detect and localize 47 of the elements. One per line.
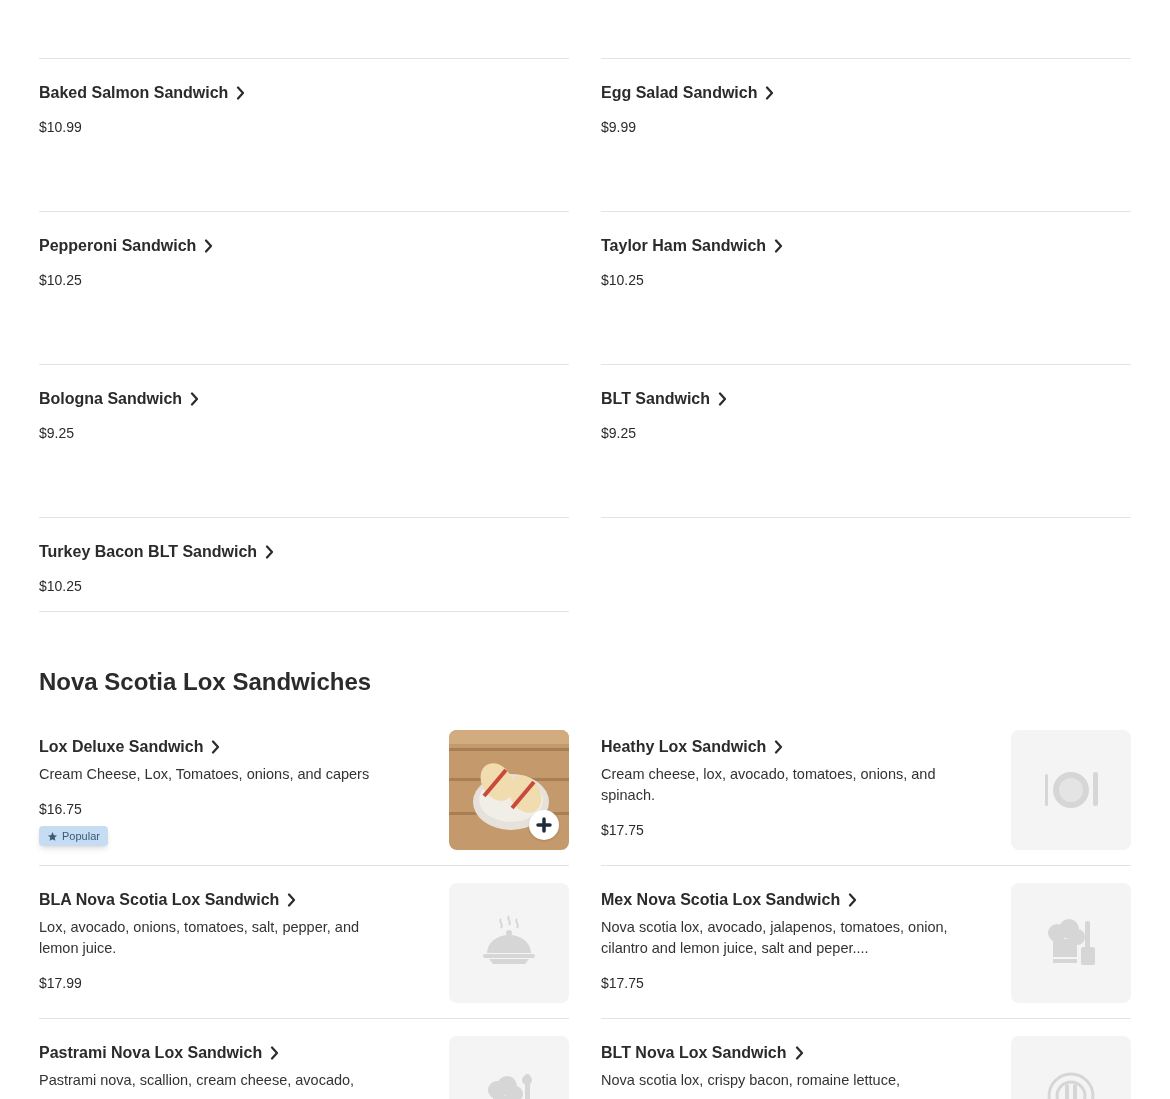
chevron-icon: [190, 392, 200, 406]
item-price: $10.25: [601, 271, 645, 290]
chevron-icon: [270, 1046, 280, 1060]
plus-icon: [536, 817, 552, 833]
item-name-link[interactable]: BLT Nova Lox Sandwich: [601, 1041, 804, 1065]
item-name-link[interactable]: Heathy Lox Sandwich: [601, 735, 784, 759]
item-price: $17.75: [601, 974, 644, 993]
item-name-link[interactable]: BLA Nova Scotia Lox Sandwich: [39, 888, 297, 912]
item-name-link[interactable]: Egg Salad Sandwich: [601, 81, 1131, 105]
chevron-icon: [774, 740, 784, 754]
item-description: Cream cheese, lox, avocado, tomatoes, onions, and spinach.: [601, 765, 937, 805]
chevron-icon: [211, 740, 221, 754]
section-heading: Nova Scotia Lox Sandwiches: [39, 667, 373, 697]
item-name-link[interactable]: Pepperoni Sandwich: [39, 234, 569, 258]
chevron-icon: [236, 86, 246, 100]
item-name-link[interactable]: Baked Salmon Sandwich: [39, 81, 569, 105]
item-description: Nova scotia lox, avocado, jalapenos, tomatoes, onion, cilantro and lemon juice, salt and peper....: [601, 918, 949, 958]
item-price: $9.25: [39, 424, 76, 443]
item-name-link[interactable]: BLT Sandwich: [601, 387, 1131, 411]
item-name-link[interactable]: Mex Nova Scotia Lox Sandwich: [601, 888, 858, 912]
item-price: $17.99: [39, 974, 82, 993]
chevron-icon: [718, 392, 728, 406]
item-price: $10.25: [39, 271, 83, 290]
chevron-icon: [765, 86, 775, 100]
item-description: Pastrami nova, scallion, cream cheese, avocado,: [39, 1071, 355, 1090]
chevron-icon: [848, 893, 858, 907]
star-icon: [47, 830, 58, 842]
chevron-icon: [774, 239, 784, 253]
item-price: $17.75: [601, 821, 644, 840]
badge-label: Popular: [62, 828, 100, 844]
chevron-icon: [794, 1046, 804, 1060]
item-name-link[interactable]: Pastrami Nova Lox Sandwich: [39, 1041, 280, 1065]
item-price: $9.99: [601, 118, 638, 137]
item-name-link[interactable]: Turkey Bacon BLT Sandwich: [39, 540, 569, 564]
item-price: $9.25: [601, 424, 638, 443]
chevron-icon: [204, 239, 214, 253]
chevron-icon: [287, 893, 297, 907]
item-description: Cream Cheese, Lox, Tomatoes, onions, and capers: [39, 765, 370, 784]
item-name-link[interactable]: Taylor Ham Sandwich: [601, 234, 1131, 258]
item-name-link[interactable]: Lox Deluxe Sandwich: [39, 735, 221, 759]
item-description: Nova scotia lox, crispy bacon, romaine lettuce,: [601, 1071, 900, 1090]
chevron-icon: [265, 545, 275, 559]
item-price: $16.75: [39, 800, 82, 819]
item-description: Lox, avocado, onions, tomatoes, salt, pepper, and lemon juice.: [39, 918, 361, 958]
item-price: $10.25: [39, 577, 83, 596]
item-price: $10.99: [39, 118, 83, 137]
item-name-link[interactable]: Bologna Sandwich: [39, 387, 569, 411]
